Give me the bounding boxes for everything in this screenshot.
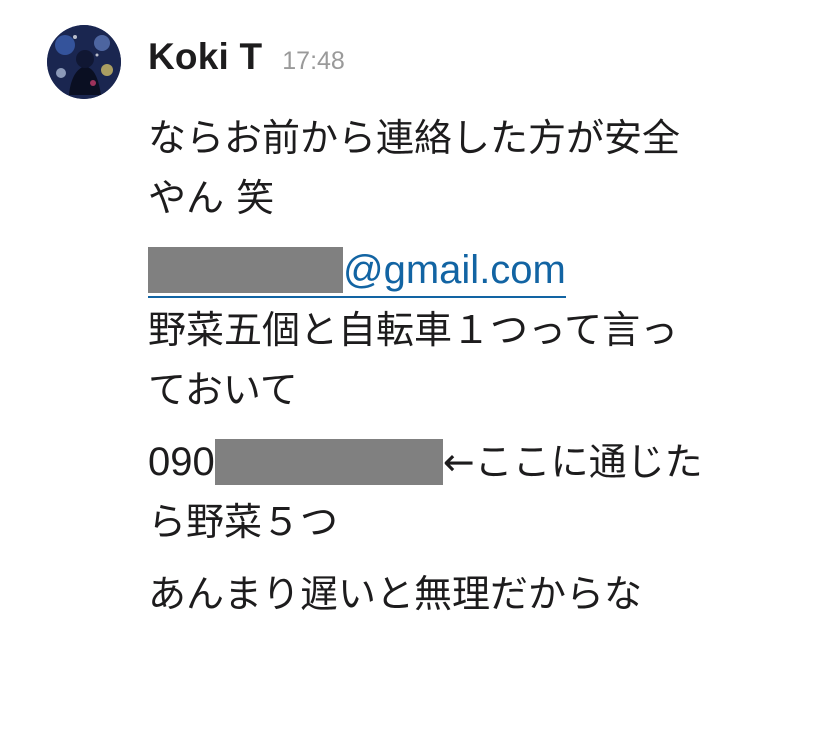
email-link-wrapper[interactable]: @gmail.com [148, 244, 566, 298]
message-text-line: 野菜五個と自転車１つって言っ [148, 308, 679, 352]
email-link[interactable]: @gmail.com [343, 248, 566, 294]
phone-prefix: 090 [148, 440, 215, 484]
message-timestamp[interactable]: 17:48 [282, 47, 345, 76]
message-paragraph: @gmail.com 野菜五個と自転車１つって言っ ておいて [148, 240, 808, 420]
message-text-line: やん 笑 [148, 176, 275, 220]
avatar[interactable] [47, 25, 121, 99]
redacted-email-user [148, 246, 343, 293]
message-text-line: ておいて [148, 368, 298, 412]
message-text-line: あんまり遅いと無理だからな [148, 572, 643, 616]
chat-message: Koki T 17:48 ならお前から連絡した方が安全 やん 笑 @gmail.… [0, 0, 840, 729]
message-header: Koki T 17:48 [148, 36, 345, 86]
sender-name[interactable]: Koki T [148, 36, 262, 78]
message-body: ならお前から連絡した方が安全 やん 笑 @gmail.com 野菜五個と自転車１… [148, 108, 808, 624]
email-line: @gmail.com [148, 240, 808, 300]
message-paragraph: ならお前から連絡した方が安全 やん 笑 [148, 108, 808, 228]
avatar-photo-icon [47, 25, 121, 99]
redacted-phone-number [214, 438, 443, 485]
message-paragraph: 090 ←ここに通じた ら野菜５つ [148, 432, 808, 552]
message-text-line: ならお前から連絡した方が安全 [148, 116, 681, 160]
message-text-fragment: ←ここに通じた [442, 440, 703, 484]
message-paragraph: あんまり遅いと無理だからな [148, 564, 808, 624]
message-text-line: ら野菜５つ [148, 500, 339, 544]
phone-line: 090 ←ここに通じた [148, 432, 808, 492]
